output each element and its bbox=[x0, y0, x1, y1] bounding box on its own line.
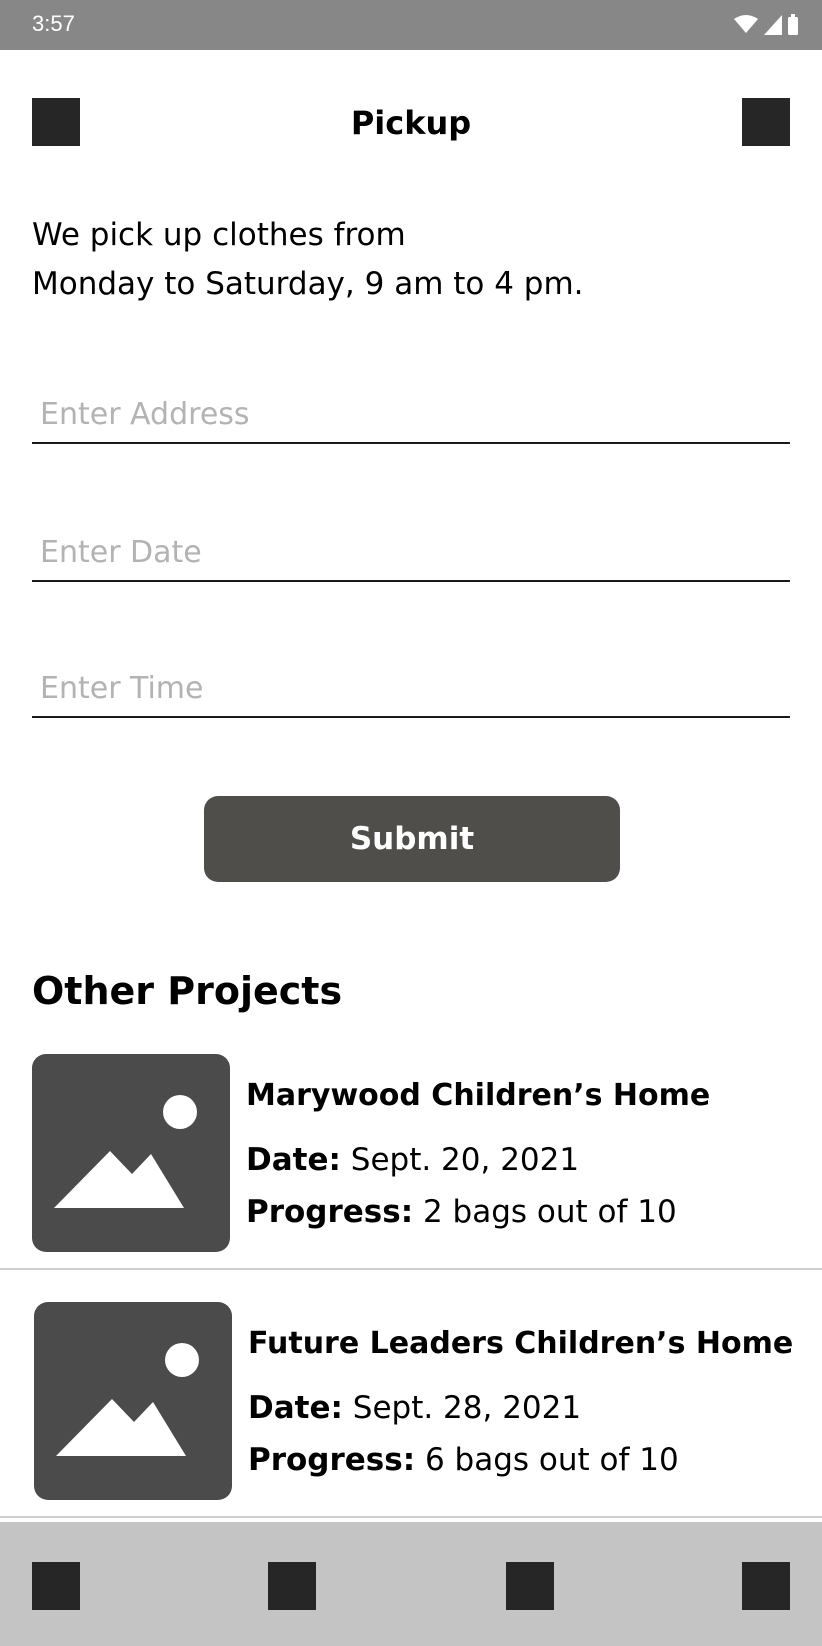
project-name: Future Leaders Children’s Home bbox=[248, 1326, 794, 1361]
action-placeholder-icon[interactable] bbox=[742, 98, 790, 146]
pickup-hours-line-1: We pick up clothes from bbox=[32, 217, 406, 253]
image-placeholder-icon bbox=[34, 1302, 232, 1500]
battery-icon bbox=[788, 14, 798, 35]
divider bbox=[0, 1268, 822, 1270]
status-bar: 3:57 bbox=[0, 0, 822, 50]
progress-value: 6 bags out of 10 bbox=[424, 1442, 679, 1478]
project-date: Date: Sept. 20, 2021 bbox=[246, 1138, 579, 1182]
date-value: Sept. 20, 2021 bbox=[350, 1142, 580, 1178]
signal-icon bbox=[764, 15, 782, 35]
nav-placeholder-icon[interactable] bbox=[32, 1562, 80, 1610]
address-input[interactable] bbox=[40, 392, 780, 436]
project-card[interactable]: Future Leaders Children’s Home Date: Sep… bbox=[0, 1302, 822, 1516]
date-field bbox=[32, 520, 790, 582]
nav-placeholder-icon[interactable] bbox=[506, 1562, 554, 1610]
other-projects-heading: Other Projects bbox=[32, 969, 343, 1013]
status-icons bbox=[734, 14, 798, 35]
page-title: Pickup bbox=[350, 104, 472, 142]
project-card[interactable]: Marywood Children’s Home Date: Sept. 20,… bbox=[0, 1054, 822, 1268]
pickup-hours-line-2: Monday to Saturday, 9 am to 4 pm. bbox=[32, 266, 584, 302]
time-field bbox=[32, 656, 790, 718]
image-placeholder-icon bbox=[32, 1054, 230, 1252]
wifi-icon bbox=[734, 15, 758, 33]
progress-value: 2 bags out of 10 bbox=[422, 1194, 677, 1230]
bottom-navigation bbox=[0, 1522, 822, 1646]
menu-placeholder-icon[interactable] bbox=[32, 98, 80, 146]
pickup-screen: 3:57 Pickup We pick up clothes from Mond… bbox=[0, 0, 822, 1646]
divider bbox=[0, 1516, 822, 1518]
nav-placeholder-icon[interactable] bbox=[268, 1562, 316, 1610]
project-progress: Progress: 2 bags out of 10 bbox=[246, 1190, 677, 1234]
project-name: Marywood Children’s Home bbox=[246, 1078, 711, 1113]
pickup-hours-text: We pick up clothes from Monday to Saturd… bbox=[32, 211, 772, 309]
project-progress: Progress: 6 bags out of 10 bbox=[248, 1438, 679, 1482]
time-input[interactable] bbox=[40, 666, 780, 710]
project-date: Date: Sept. 28, 2021 bbox=[248, 1386, 581, 1430]
progress-label: Progress: bbox=[248, 1442, 416, 1478]
date-input[interactable] bbox=[40, 530, 780, 574]
address-field bbox=[32, 382, 790, 444]
date-value: Sept. 28, 2021 bbox=[352, 1390, 582, 1426]
submit-button[interactable]: Submit bbox=[204, 796, 620, 882]
status-time: 3:57 bbox=[32, 11, 75, 36]
progress-label: Progress: bbox=[246, 1194, 414, 1230]
nav-placeholder-icon[interactable] bbox=[742, 1562, 790, 1610]
date-label: Date: bbox=[248, 1390, 343, 1426]
date-label: Date: bbox=[246, 1142, 341, 1178]
